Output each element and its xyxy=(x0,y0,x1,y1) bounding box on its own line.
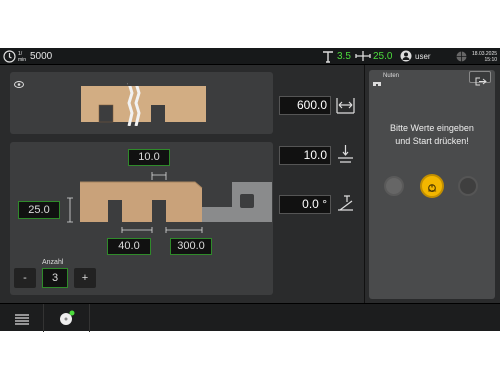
speed-value: 5000 xyxy=(30,51,53,62)
machine-screen: 1/min 5000 3.5 25.0 user 18.03.2025 15:10 xyxy=(0,48,500,332)
angle-input[interactable]: 0.0 ° xyxy=(279,195,331,214)
status-light-right xyxy=(458,176,478,196)
menu-button[interactable] xyxy=(0,304,44,332)
user-icon[interactable] xyxy=(400,48,412,65)
info-panel-title: Nuten xyxy=(383,73,400,79)
menu-icon xyxy=(15,312,29,330)
axis-vertical-value: 3.5 xyxy=(337,51,351,62)
quantity-value[interactable]: 3 xyxy=(42,268,68,288)
globe-icon[interactable] xyxy=(456,48,467,65)
depth-icon xyxy=(336,144,355,169)
spindle-icon xyxy=(3,48,16,65)
workpiece-preview xyxy=(81,83,206,126)
groove-width-value[interactable]: 10.0 xyxy=(128,149,170,166)
user-label: user xyxy=(415,52,431,61)
length-icon xyxy=(336,96,355,120)
quantity-decrease-button[interactable]: - xyxy=(14,268,36,288)
axis-horizontal-icon xyxy=(355,48,371,65)
axis-horizontal-value: 25.0 xyxy=(373,51,393,62)
cross-section-panel: 10.0 25.0 40.0 300.0 Anzahl - 3 + xyxy=(10,142,273,295)
saw-blade-button[interactable] xyxy=(44,304,90,332)
quantity-increase-button[interactable]: + xyxy=(74,268,96,288)
exit-icon xyxy=(475,73,487,91)
eye-icon[interactable] xyxy=(14,75,24,93)
depth-input[interactable]: 10.0 xyxy=(279,146,331,165)
start-label: Start xyxy=(427,188,437,193)
main-area: 10.0 25.0 40.0 300.0 Anzahl - 3 + 600.0 … xyxy=(0,65,500,303)
instruction-message: Bitte Werte eingeben und Start drücken! xyxy=(390,123,474,146)
axis-vertical-icon xyxy=(322,48,334,65)
groove-offset-value[interactable]: 300.0 xyxy=(170,238,212,255)
exit-button[interactable] xyxy=(469,71,491,86)
groove-tool-icon xyxy=(373,74,381,92)
panel-divider xyxy=(364,65,365,303)
profile-height-value[interactable]: 25.0 xyxy=(18,201,60,219)
quantity-label: Anzahl xyxy=(42,259,64,266)
bottom-bar xyxy=(0,303,500,332)
preview-panel xyxy=(10,72,273,134)
status-light-left xyxy=(384,176,404,196)
info-panel: Nuten Bitte Werte eingeben und Start drü… xyxy=(369,70,495,299)
status-bar: 1/min 5000 3.5 25.0 user 18.03.2025 15:10 xyxy=(0,48,500,65)
start-button[interactable]: Start xyxy=(420,174,444,198)
length-input[interactable]: 600.0 xyxy=(279,96,331,115)
saw-blade-icon xyxy=(59,310,75,331)
groove-spacing-value[interactable]: 40.0 xyxy=(107,238,151,255)
angle-icon xyxy=(336,193,355,218)
